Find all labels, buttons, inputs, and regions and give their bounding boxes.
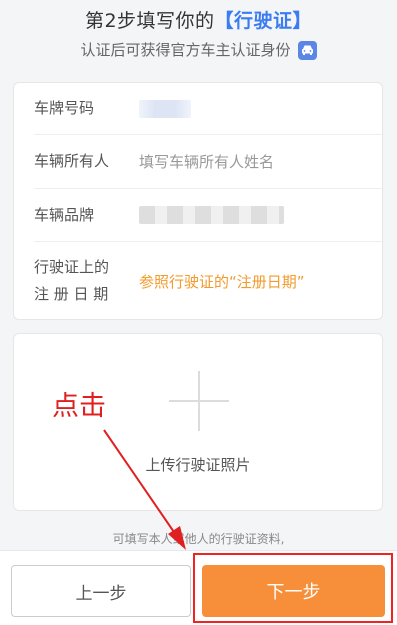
title-highlight: 【行驶证】 [214, 10, 313, 32]
footnote: 可填写本人或他人的行驶证资料, [112, 532, 285, 546]
plus-icon [169, 371, 229, 431]
title-prefix: 第2步填写你的 [84, 10, 215, 32]
register-date-picker[interactable]: 参照行驶证的“注册日期” [139, 271, 305, 292]
subtitle-text: 认证后可获得官方车主认证身份 [80, 41, 291, 59]
register-date-label-line1: 行驶证上的 [34, 258, 110, 276]
prev-step-button[interactable]: 上一步 [11, 565, 191, 617]
register-date-label: 行驶证上的 注 册 日 期 [34, 254, 139, 308]
page-subtitle: 认证后可获得官方车主认证身份 [0, 40, 397, 60]
car-icon [297, 40, 317, 60]
register-date-row[interactable]: 行驶证上的 注 册 日 期 参照行驶证的“注册日期” [34, 242, 382, 320]
next-step-button[interactable]: 下一步 [202, 565, 385, 617]
annotation-label: 点击 [52, 391, 106, 422]
vehicle-form: 车牌号码 车辆所有人 填写车辆所有人姓名 车辆品牌 行驶证上的 注 册 日 期 … [13, 82, 383, 320]
page-header: 第2步填写你的【行驶证】 认证后可获得官方车主认证身份 [0, 0, 397, 80]
plate-number-field[interactable] [139, 99, 191, 118]
upload-label: 上传行驶证照片 [145, 456, 251, 474]
page-title: 第2步填写你的【行驶证】 [0, 8, 397, 34]
owner-name-input[interactable]: 填写车辆所有人姓名 [139, 151, 274, 172]
register-date-label-line2: 注 册 日 期 [34, 285, 109, 303]
plate-number-label: 车牌号码 [34, 99, 95, 117]
brand-field[interactable] [139, 206, 284, 224]
plate-number-row[interactable]: 车牌号码 [34, 83, 382, 135]
brand-row[interactable]: 车辆品牌 [34, 189, 382, 242]
owner-label: 车辆所有人 [34, 152, 110, 170]
owner-row[interactable]: 车辆所有人 填写车辆所有人姓名 [34, 135, 382, 189]
brand-label: 车辆品牌 [34, 205, 95, 224]
bottom-bar: 上一步 下一步 [0, 550, 397, 625]
